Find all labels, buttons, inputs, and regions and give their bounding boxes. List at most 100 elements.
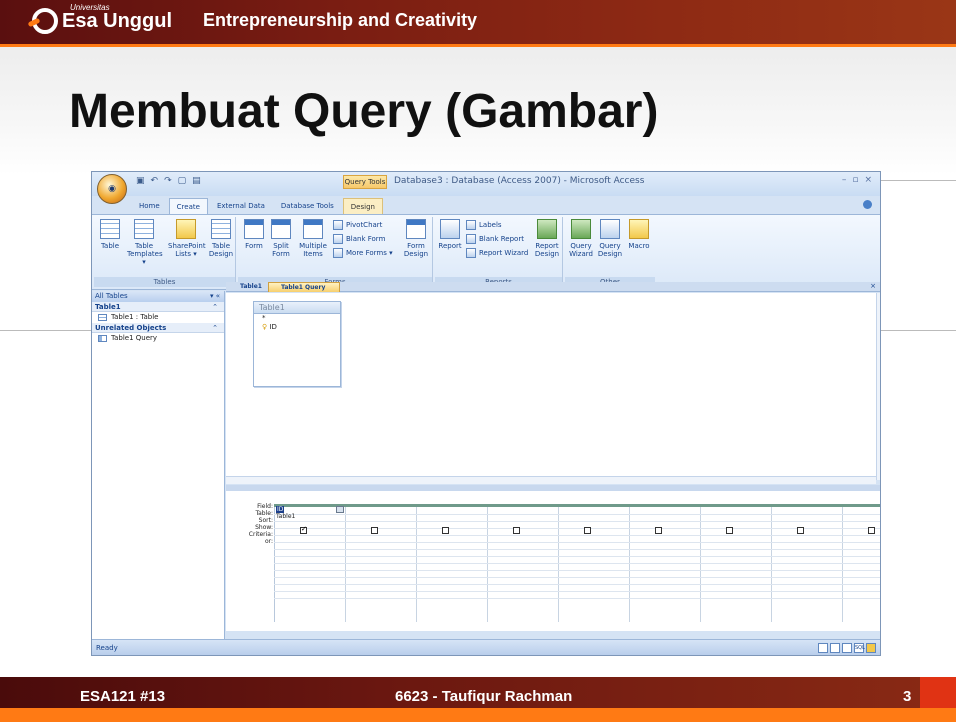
table-cell-value[interactable]: Table1 xyxy=(276,513,295,520)
query-design-upper-pane: Table1 * ♀ ID xyxy=(226,293,876,480)
report-button[interactable]: Report xyxy=(438,219,462,250)
field-cell-value[interactable]: ID xyxy=(276,506,285,513)
field-dropdown-icon[interactable] xyxy=(336,506,344,513)
more-forms-button[interactable]: More Forms ▾ xyxy=(333,248,393,258)
show-checkbox[interactable] xyxy=(442,527,449,534)
office-button[interactable]: ◉ xyxy=(97,174,127,204)
close-icon[interactable]: × xyxy=(870,282,876,290)
horizontal-scrollbar[interactable] xyxy=(226,476,876,484)
pivottable-view-icon[interactable] xyxy=(830,643,840,653)
form-button[interactable]: Form xyxy=(242,219,266,250)
undo-icon[interactable]: ↶ xyxy=(151,176,159,186)
help-icon[interactable] xyxy=(863,200,872,209)
collapse-icon[interactable]: ⌃ xyxy=(212,323,218,333)
tab-create[interactable]: Create xyxy=(168,198,208,214)
table-design-icon xyxy=(211,219,231,239)
pivotchart-button[interactable]: PivotChart xyxy=(333,220,382,230)
show-checkbox[interactable] xyxy=(797,527,804,534)
grid-column[interactable] xyxy=(772,507,843,622)
grid-column[interactable] xyxy=(559,507,630,622)
primary-key-icon: ♀ xyxy=(262,323,268,331)
divider xyxy=(881,180,956,181)
field-id[interactable]: ♀ ID xyxy=(254,323,340,332)
blank-form-button[interactable]: Blank Form xyxy=(333,234,385,244)
redo-icon[interactable]: ↷ xyxy=(164,176,172,186)
page-number-tab xyxy=(920,677,956,708)
save-icon[interactable]: ▣ xyxy=(136,176,145,186)
sql-view-icon[interactable]: SQL xyxy=(854,643,865,653)
new-icon[interactable]: ▢ xyxy=(178,176,187,186)
grid-column[interactable] xyxy=(275,507,346,622)
ribbon: Table Table Templates ▾ SharePoint Lists… xyxy=(92,214,880,290)
group-tables: Table Table Templates ▾ SharePoint Lists… xyxy=(94,217,236,287)
more-forms-icon xyxy=(333,248,343,258)
doc-tab-table1-query[interactable]: Table1 Query xyxy=(268,282,340,292)
tab-database-tools[interactable]: Database Tools xyxy=(274,198,341,214)
nav-group-table1[interactable]: Table1 ⌃ xyxy=(92,302,224,312)
open-icon[interactable]: ▤ xyxy=(192,176,201,186)
split-form-icon xyxy=(271,219,291,239)
table-icon xyxy=(98,314,107,321)
query-design-icon xyxy=(600,219,620,239)
show-checkbox[interactable] xyxy=(726,527,733,534)
grid-row-line xyxy=(274,591,880,592)
query-icon xyxy=(98,335,107,342)
grid-column[interactable] xyxy=(346,507,417,622)
view-buttons: SQL xyxy=(818,643,876,653)
nav-header[interactable]: All Tables ▾ « xyxy=(92,291,224,302)
grid-column[interactable] xyxy=(488,507,559,622)
labels-button[interactable]: Labels xyxy=(466,220,502,230)
tab-external-data[interactable]: External Data xyxy=(210,198,272,214)
table-design-button[interactable]: Table Design xyxy=(208,219,234,258)
query-design-button[interactable]: Query Design xyxy=(596,219,624,258)
show-checkbox[interactable] xyxy=(655,527,662,534)
grid-row-line xyxy=(274,584,880,585)
split-form-button[interactable]: Split Form xyxy=(268,219,294,258)
blank-report-button[interactable]: Blank Report xyxy=(466,234,524,244)
show-checkbox[interactable] xyxy=(300,525,307,534)
field-list-title[interactable]: Table1 xyxy=(254,302,340,314)
nav-group-unrelated[interactable]: Unrelated Objects ⌃ xyxy=(92,323,224,333)
table-templates-button[interactable]: Table Templates ▾ xyxy=(127,219,163,266)
field-all[interactable]: * xyxy=(254,314,340,323)
form-design-icon xyxy=(406,219,426,239)
grid-column[interactable] xyxy=(630,507,701,622)
query-wizard-button[interactable]: Query Wizard xyxy=(567,219,595,258)
collapse-icon[interactable]: ⌃ xyxy=(212,302,218,312)
multiple-items-button[interactable]: Multiple Items xyxy=(296,219,330,258)
grid-column[interactable] xyxy=(701,507,772,622)
grid-column[interactable] xyxy=(417,507,488,622)
report-wizard-button[interactable]: Report Wizard xyxy=(466,248,528,258)
status-bar: Ready SQL xyxy=(92,639,880,655)
sharepoint-lists-button[interactable]: SharePoint Lists ▾ xyxy=(168,219,206,258)
table-field-list[interactable]: Table1 * ♀ ID xyxy=(253,301,341,387)
pivotchart-icon xyxy=(333,220,343,230)
show-checkbox[interactable] xyxy=(868,527,875,534)
design-view-icon[interactable] xyxy=(866,643,876,653)
show-checkbox[interactable] xyxy=(584,527,591,534)
nav-item-table1[interactable]: Table1 : Table xyxy=(92,312,224,323)
blank-form-icon xyxy=(333,234,343,244)
pivotchart-view-icon[interactable] xyxy=(842,643,852,653)
sharepoint-icon xyxy=(176,219,196,239)
tab-design[interactable]: Design xyxy=(342,198,383,214)
grid-row-line xyxy=(274,556,880,557)
navigation-pane: All Tables ▾ « Table1 ⌃ Table1 : Table Unr… xyxy=(92,291,225,639)
datasheet-view-icon[interactable] xyxy=(818,643,828,653)
form-design-button[interactable]: Form Design xyxy=(402,219,430,258)
table-button[interactable]: Table xyxy=(98,219,122,250)
report-wizard-icon xyxy=(466,248,476,258)
doc-tab-table1[interactable]: Table1 xyxy=(228,282,266,292)
window-controls[interactable]: –▫× xyxy=(842,175,878,185)
nav-item-table1-query[interactable]: Table1 Query xyxy=(92,333,224,344)
status-text: Ready xyxy=(96,644,118,652)
show-checkbox[interactable] xyxy=(513,527,520,534)
report-design-button[interactable]: Report Design xyxy=(533,219,561,258)
show-checkbox[interactable] xyxy=(371,527,378,534)
nav-menu-icon[interactable]: ▾ « xyxy=(210,291,220,302)
grid-row-labels: Field: Table: Sort: Show: Criteria: or: xyxy=(248,503,273,545)
vertical-scrollbar[interactable] xyxy=(876,293,880,480)
macro-button[interactable]: Macro xyxy=(625,219,653,250)
tab-home[interactable]: Home xyxy=(132,198,167,214)
group-reports: Report Labels Blank Report Report Wizard… xyxy=(435,217,563,287)
